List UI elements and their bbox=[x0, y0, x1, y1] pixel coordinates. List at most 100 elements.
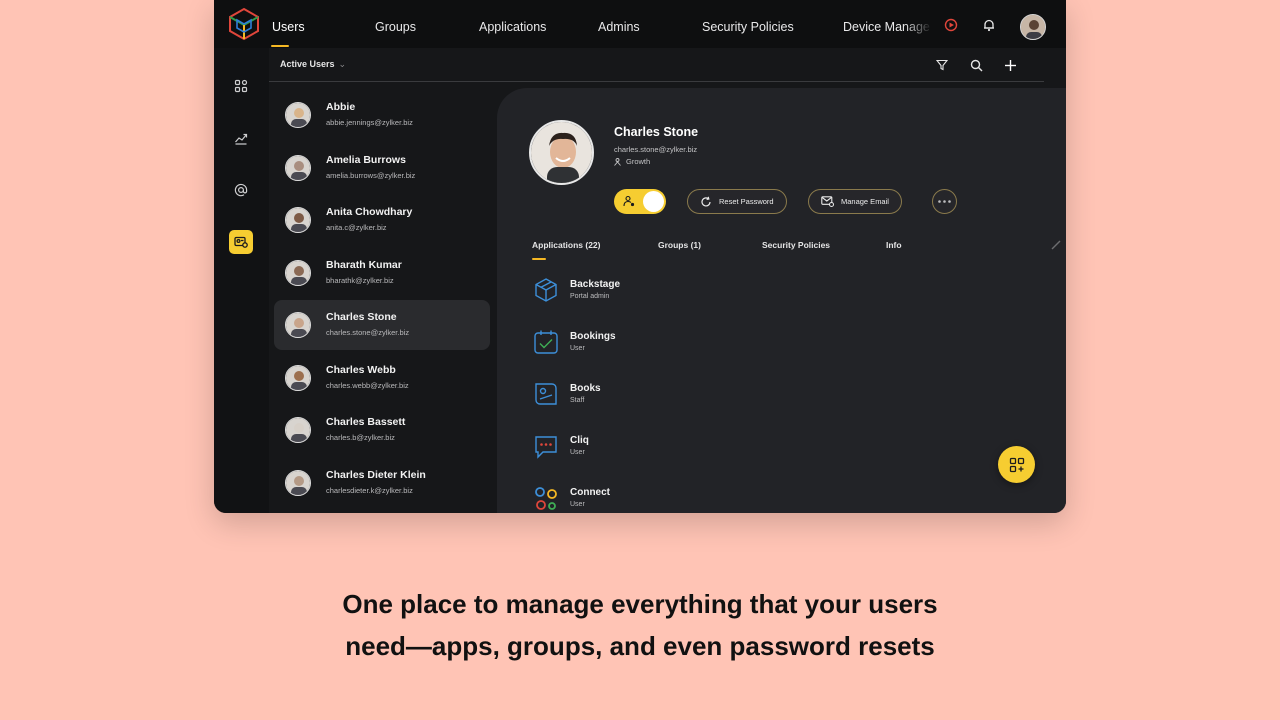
add-user-plus-icon[interactable] bbox=[1002, 57, 1018, 73]
cliq-icon bbox=[532, 432, 560, 460]
recording-icon[interactable] bbox=[943, 17, 959, 33]
application-role: User bbox=[570, 501, 585, 508]
connect-icon bbox=[532, 484, 560, 512]
application-list-item[interactable]: Books Staff bbox=[532, 380, 792, 410]
manage-email-button[interactable]: Manage Email bbox=[808, 189, 902, 214]
user-avatar bbox=[285, 469, 311, 496]
bookings-icon bbox=[532, 328, 560, 356]
user-avatar bbox=[285, 364, 311, 391]
left-rail bbox=[214, 48, 269, 513]
user-status-toggle[interactable] bbox=[614, 189, 666, 214]
application-name: Books bbox=[570, 383, 601, 394]
application-role: User bbox=[570, 345, 585, 352]
user-name: Bharath Kumar bbox=[326, 258, 402, 271]
user-list-item[interactable]: Amelia Burrows amelia.burrows@zylker.biz bbox=[274, 143, 490, 193]
user-email: charles.stone@zylker.biz bbox=[326, 328, 410, 337]
detail-tab-applications[interactable]: Applications (22) bbox=[532, 240, 600, 250]
more-dots-icon bbox=[938, 200, 951, 203]
profile-email: charles.stone@zylker.biz bbox=[614, 145, 698, 154]
user-management-icon[interactable] bbox=[229, 230, 253, 254]
detail-tab-groups[interactable]: Groups (1) bbox=[658, 240, 701, 250]
bell-icon[interactable] bbox=[981, 17, 997, 33]
user-name: Charles Bassett bbox=[326, 416, 406, 428]
tab-groups[interactable]: Groups bbox=[375, 0, 416, 48]
detail-tab-security-policies[interactable]: Security Policies bbox=[762, 240, 830, 250]
application-role: Portal admin bbox=[570, 293, 610, 300]
detail-tab-indicator bbox=[532, 258, 546, 260]
user-email: amelia.burrows@zylker.biz bbox=[326, 170, 416, 180]
nav-fade-overlay bbox=[904, 0, 932, 48]
books-icon bbox=[532, 380, 560, 408]
user-list-item[interactable]: Charles Stone charles.stone@zylker.biz bbox=[274, 300, 490, 350]
manage-email-label: Manage Email bbox=[841, 197, 889, 206]
user-list-item[interactable]: Bharath Kumar bharathk@zylker.biz bbox=[274, 248, 490, 298]
profile-photo bbox=[529, 120, 594, 185]
user-email: abbie.jennings@zylker.biz bbox=[326, 118, 413, 127]
user-list-item[interactable]: Charles Bassett charles.b@zylker.biz bbox=[274, 405, 490, 455]
department-label: Growth bbox=[626, 157, 651, 166]
application-role: Staff bbox=[570, 397, 585, 404]
user-filter-dropdown[interactable]: Active Users ⌄ bbox=[280, 59, 346, 70]
application-list-item[interactable]: Backstage Portal admin bbox=[532, 276, 792, 306]
reset-password-button[interactable]: Reset Password bbox=[687, 189, 787, 214]
user-email: charlesdieter.k@zylker.biz bbox=[326, 485, 413, 495]
tab-admins[interactable]: Admins bbox=[598, 0, 640, 48]
detail-tab-info[interactable]: Info bbox=[886, 240, 902, 250]
more-options-button[interactable] bbox=[932, 189, 957, 214]
search-icon[interactable] bbox=[969, 58, 983, 72]
email-settings-icon bbox=[821, 196, 834, 207]
user-avatar bbox=[285, 312, 311, 338]
filter-icon[interactable] bbox=[935, 58, 949, 72]
edit-pencil-icon[interactable] bbox=[1051, 240, 1061, 250]
subheader-divider bbox=[269, 81, 1044, 82]
active-tab-indicator bbox=[271, 45, 289, 47]
user-avatar bbox=[285, 154, 311, 181]
grid-add-icon bbox=[1009, 457, 1024, 472]
product-logo-icon[interactable] bbox=[227, 7, 261, 41]
application-role: User bbox=[570, 449, 585, 456]
user-name: Charles Dieter Klein bbox=[326, 468, 426, 481]
user-name: Anita Chowdhary bbox=[326, 206, 413, 218]
caption-line-1: One place to manage everything that your… bbox=[342, 589, 938, 619]
user-email: anita.c@zylker.biz bbox=[326, 223, 387, 232]
user-detail-panel: Charles Stone charles.stone@zylker.biz G… bbox=[497, 88, 1066, 513]
user-name: Abbie bbox=[326, 101, 356, 113]
application-list-item[interactable]: Connect User bbox=[532, 484, 792, 513]
user-avatar bbox=[285, 102, 311, 128]
reports-icon[interactable] bbox=[229, 126, 253, 150]
current-user-avatar[interactable] bbox=[1020, 14, 1046, 40]
user-name: Amelia Burrows bbox=[326, 153, 406, 166]
application-name: Connect bbox=[570, 487, 610, 498]
user-list-item[interactable]: Abbie abbie.jennings@zylker.biz bbox=[274, 90, 490, 140]
email-at-icon[interactable] bbox=[229, 178, 253, 202]
user-status-icon bbox=[623, 195, 635, 207]
user-filter-label: Active Users bbox=[280, 59, 335, 69]
application-name: Backstage bbox=[570, 279, 621, 290]
application-name: Cliq bbox=[570, 435, 589, 446]
reset-password-label: Reset Password bbox=[719, 197, 774, 206]
user-email: bharathk@zylker.biz bbox=[326, 275, 394, 285]
marketing-caption: One place to manage everything that your… bbox=[0, 583, 1280, 667]
caption-line-2: need—apps, groups, and even password res… bbox=[345, 631, 935, 661]
tab-users[interactable]: Users bbox=[272, 0, 305, 48]
application-list-item[interactable]: Bookings User bbox=[532, 328, 792, 358]
profile-department: Growth bbox=[614, 157, 650, 166]
user-list-item[interactable]: Anita Chowdhary anita.c@zylker.biz bbox=[274, 195, 490, 245]
tab-applications[interactable]: Applications bbox=[479, 0, 546, 48]
user-list-item[interactable]: Charles Webb charles.webb@zylker.biz bbox=[274, 353, 490, 403]
user-name: Charles Stone bbox=[326, 311, 397, 323]
user-list-item[interactable]: Charles Dieter Klein charlesdieter.k@zylk… bbox=[274, 458, 490, 508]
application-list-item[interactable]: Cliq User bbox=[532, 432, 792, 462]
reset-icon bbox=[701, 196, 711, 206]
application-name: Bookings bbox=[570, 331, 616, 342]
profile-name: Charles Stone bbox=[614, 125, 699, 139]
dashboard-icon[interactable] bbox=[229, 74, 253, 98]
user-email: charles.webb@zylker.biz bbox=[326, 380, 409, 390]
top-navigation: Users Groups Applications Admins Securit… bbox=[214, 0, 1066, 48]
tab-security-policies[interactable]: Security Policies bbox=[702, 0, 794, 48]
chevron-down-icon: ⌄ bbox=[338, 59, 347, 69]
app-launcher-button[interactable] bbox=[998, 446, 1035, 483]
user-name: Charles Webb bbox=[326, 363, 396, 376]
toggle-knob bbox=[643, 191, 664, 212]
department-icon bbox=[614, 157, 621, 166]
